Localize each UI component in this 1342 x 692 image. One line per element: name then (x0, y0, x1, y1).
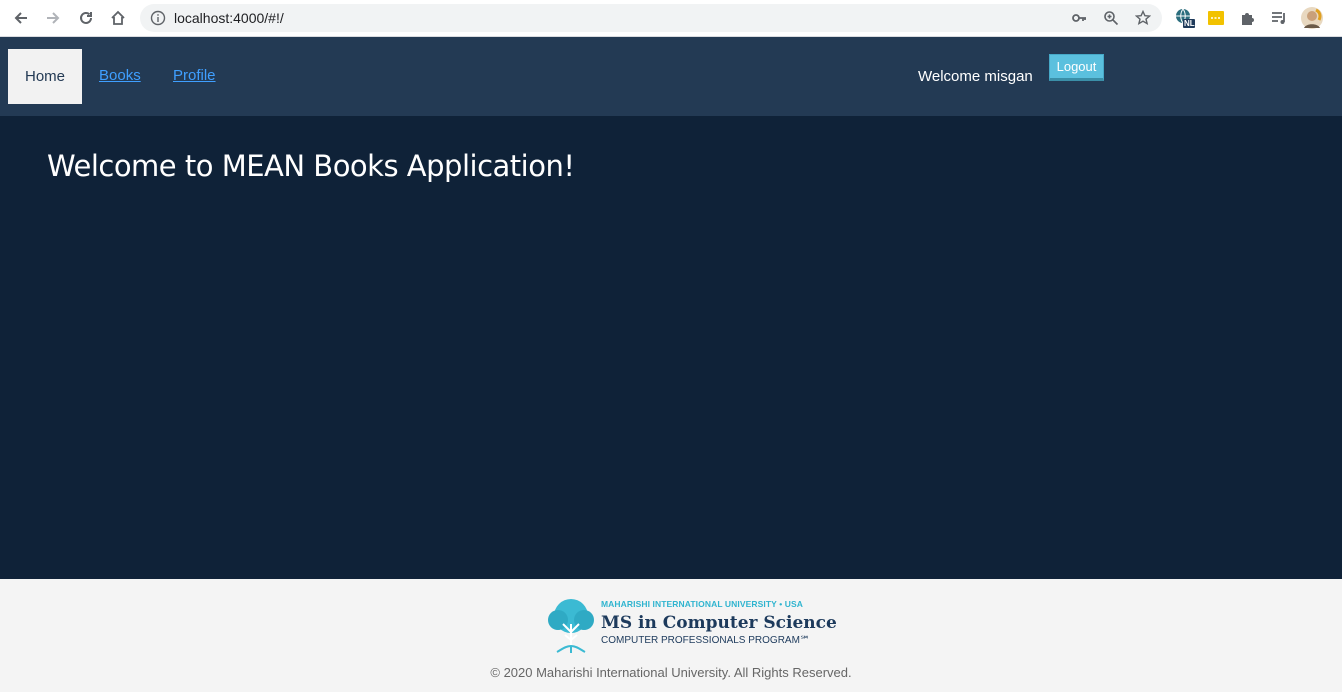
logo-university-line: MAHARISHI INTERNATIONAL UNIVERSITY • USA (601, 599, 804, 609)
nav-books-link[interactable]: Books (99, 67, 141, 84)
university-logo: MAHARISHI INTERNATIONAL UNIVERSITY • USA… (544, 596, 837, 654)
logout-button[interactable]: Logout (1049, 54, 1104, 81)
back-icon[interactable] (8, 6, 34, 30)
info-icon[interactable] (150, 10, 166, 26)
puzzle-icon[interactable] (1237, 7, 1259, 29)
browser-toolbar: localhost:4000/#!/ NL (0, 0, 1342, 37)
profile-avatar[interactable] (1300, 6, 1324, 30)
page-title: Welcome to MEAN Books Application! (47, 149, 575, 183)
extension-yellow-icon[interactable] (1205, 7, 1227, 29)
home-icon[interactable] (105, 6, 131, 30)
playlist-icon[interactable] (1268, 7, 1290, 29)
forward-icon[interactable] (40, 6, 66, 30)
nav-home-link[interactable]: Home (8, 49, 82, 104)
app-navbar: Home Books Profile Welcome misgan Logout (0, 37, 1342, 116)
nav-profile-link[interactable]: Profile (173, 67, 216, 84)
key-icon[interactable] (1070, 9, 1088, 27)
zoom-icon[interactable] (1102, 9, 1120, 27)
url-text[interactable]: localhost:4000/#!/ (174, 10, 284, 26)
welcome-user-text: Welcome misgan (918, 68, 1033, 85)
copyright-text: © 2020 Maharishi International Universit… (490, 665, 852, 680)
star-icon[interactable] (1134, 9, 1152, 27)
footer: MAHARISHI INTERNATIONAL UNIVERSITY • USA… (0, 579, 1342, 692)
extension-globe-icon[interactable]: NL (1174, 7, 1196, 29)
address-bar[interactable]: localhost:4000/#!/ (140, 4, 1162, 32)
tree-logo-icon (548, 599, 594, 653)
logo-program-title: MS in Computer Science (601, 613, 837, 633)
main-content: Welcome to MEAN Books Application! (0, 116, 1342, 579)
reload-icon[interactable] (73, 6, 99, 30)
logo-program-subtitle: COMPUTER PROFESSIONALS PROGRAM℠ (601, 635, 811, 646)
extension-badge: NL (1184, 19, 1195, 28)
